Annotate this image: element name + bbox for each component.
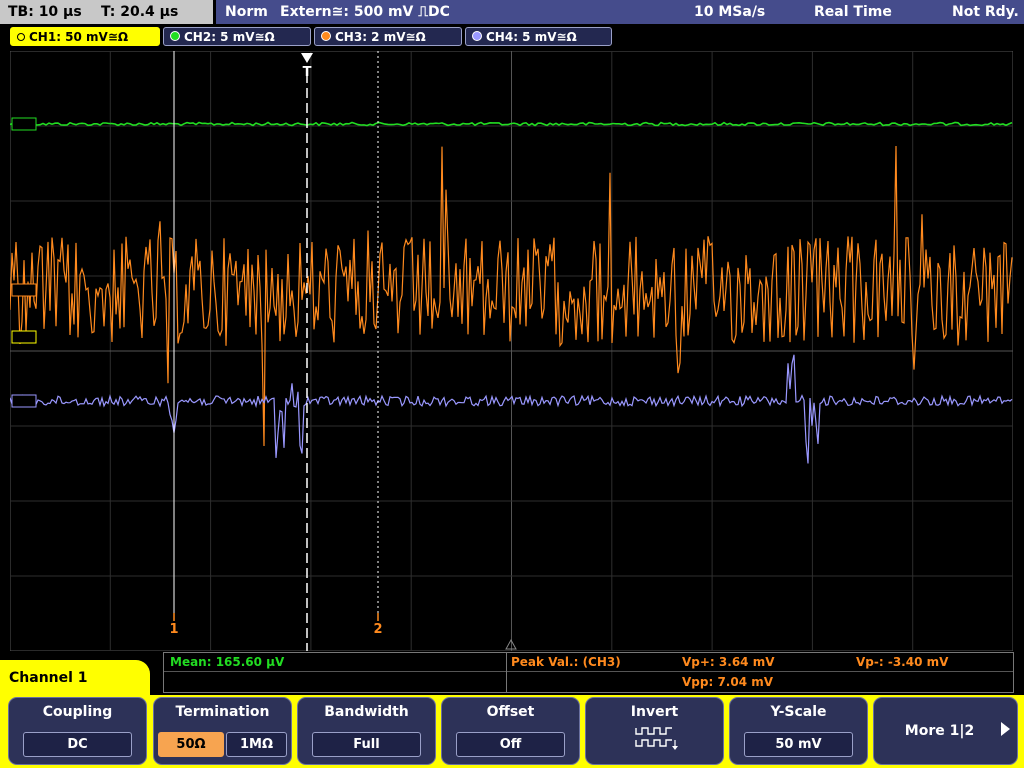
coupling-softkey[interactable]: Coupling DC xyxy=(8,697,147,765)
cursor-1-label: 1 xyxy=(169,622,178,637)
ch2-indicator-icon xyxy=(170,31,180,41)
ch4-ground-marker[interactable] xyxy=(11,394,37,408)
next-page-arrow-icon xyxy=(1001,722,1010,736)
ch2-label: CH2: 5 mV≅Ω xyxy=(184,30,275,44)
offset-label: Offset xyxy=(486,704,535,720)
bandwidth-value: Full xyxy=(312,732,421,757)
tab-ch2[interactable]: CH2: 5 mV≅Ω xyxy=(163,27,311,46)
vp-plus-readout: Vp+: 3.64 mV xyxy=(682,655,775,669)
mean-readout: Mean: 165.60 µV xyxy=(170,655,285,669)
invert-label: Invert xyxy=(630,704,679,720)
vp-minus-readout: Vp-: -3.40 mV xyxy=(856,655,949,669)
termination-softkey[interactable]: Termination 50Ω 1MΩ xyxy=(153,697,292,765)
peak-value-readout: Peak Val.: (CH3) xyxy=(511,655,621,669)
tab-ch1[interactable]: CH1: 50 mV≅Ω xyxy=(10,27,160,46)
termination-50ohm-option[interactable]: 50Ω xyxy=(158,732,224,757)
offset-softkey[interactable]: Offset Off xyxy=(441,697,580,765)
ch1-indicator-icon xyxy=(17,33,25,41)
trigger-mode: Norm xyxy=(225,4,268,20)
tab-ch3[interactable]: CH3: 2 mV≅Ω xyxy=(314,27,462,46)
cursor-2-label: 2 xyxy=(373,622,382,637)
offset-value: Off xyxy=(456,732,565,757)
trigger-time-readout: T: 20.4 µs xyxy=(101,4,179,20)
vpp-readout: Vpp: 7.04 mV xyxy=(682,675,774,689)
invert-waveform-icon xyxy=(635,727,678,750)
trigger-source: Extern≅: 500 mV ⎍DC xyxy=(280,4,450,20)
ch4-label: CH4: 5 mV≅Ω xyxy=(486,30,577,44)
termination-1mohm-option[interactable]: 1MΩ xyxy=(226,732,287,757)
ch1-ground-marker[interactable] xyxy=(11,330,37,344)
bandwidth-label: Bandwidth xyxy=(324,704,409,720)
channel-menu-title: Channel 1 xyxy=(0,660,150,700)
ch2-ground-marker[interactable] xyxy=(11,117,37,131)
ready-state: Not Rdy. xyxy=(952,4,1019,20)
ch3-indicator-icon xyxy=(321,31,331,41)
timebase-status: TB: 10 µs T: 20.4 µs xyxy=(0,0,213,24)
invert-softkey[interactable]: Invert xyxy=(585,697,724,765)
more-label: More 1|2 xyxy=(904,723,975,739)
ch1-label: CH1: 50 mV≅Ω xyxy=(29,30,129,44)
ch3-label: CH3: 2 mV≅Ω xyxy=(335,30,426,44)
sample-rate: 10 MSa/s xyxy=(694,4,766,20)
coupling-value: DC xyxy=(23,732,132,757)
waveform-display[interactable]: 1 2 T xyxy=(10,51,1013,651)
trigger-marker-label: T xyxy=(303,65,312,80)
acquisition-mode: Real Time xyxy=(814,4,892,20)
tab-ch4[interactable]: CH4: 5 mV≅Ω xyxy=(465,27,612,46)
bandwidth-softkey[interactable]: Bandwidth Full xyxy=(297,697,436,765)
y-scale-label: Y-Scale xyxy=(770,704,827,720)
y-scale-value: 50 mV xyxy=(744,732,853,757)
timebase-readout: TB: 10 µs xyxy=(8,4,82,20)
more-softkey[interactable]: More 1|2 xyxy=(873,697,1018,765)
measurement-panel: Mean: 165.60 µV Peak Val.: (CH3) Vp+: 3.… xyxy=(163,652,1014,693)
acquisition-status: Norm Extern≅: 500 mV ⎍DC 10 MSa/s Real T… xyxy=(216,0,1024,24)
termination-label: Termination xyxy=(175,704,270,720)
y-scale-softkey[interactable]: Y-Scale 50 mV xyxy=(729,697,868,765)
coupling-label: Coupling xyxy=(42,704,113,720)
ch4-indicator-icon xyxy=(472,31,482,41)
ch3-ground-marker[interactable] xyxy=(11,283,37,297)
